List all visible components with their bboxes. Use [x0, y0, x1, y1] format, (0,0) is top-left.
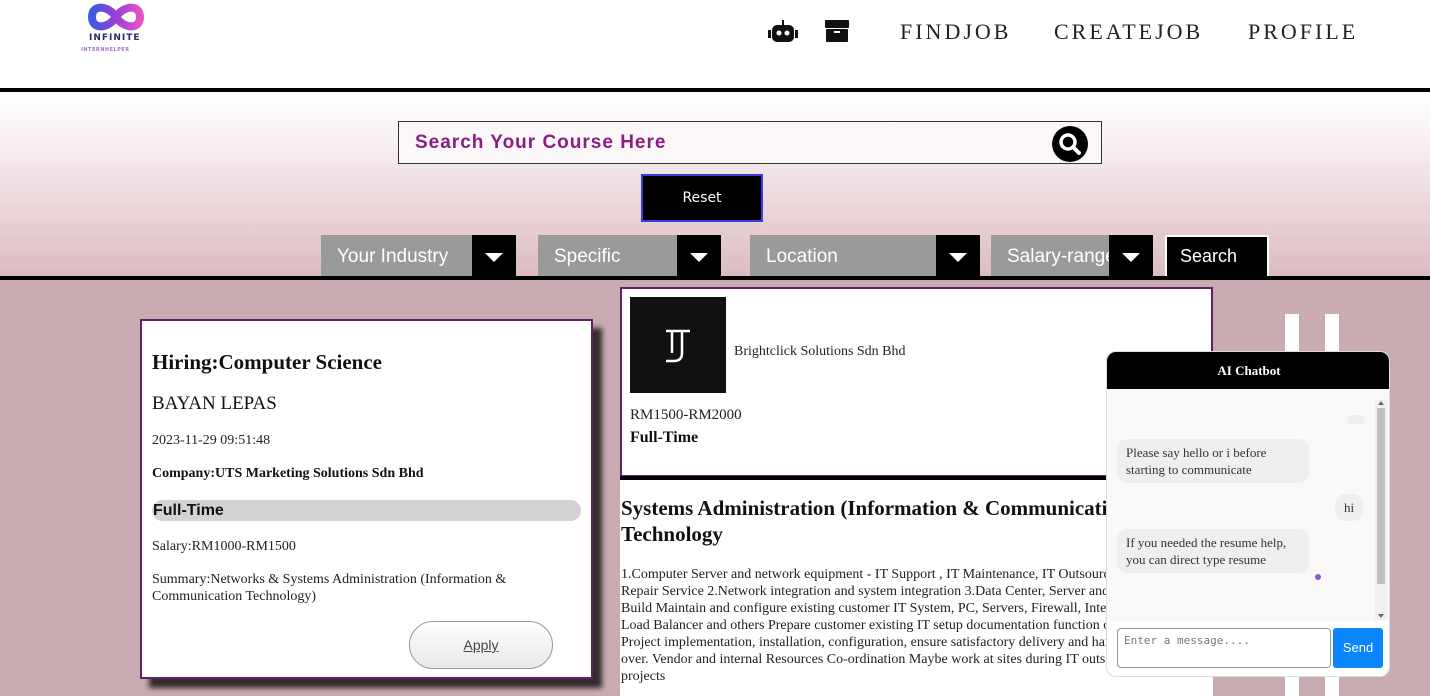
- empty-message-bubble: [1347, 415, 1365, 424]
- company-logo: [630, 297, 726, 393]
- top-header: INFINITE INTERNHELPER FINDJOB CREATEJOB …: [0, 0, 1430, 88]
- chatbot-panel: AI Chatbot Please say hello or i before …: [1106, 351, 1390, 677]
- job-posted-date: 2023-11-29 09:51:48: [152, 433, 271, 448]
- chevron-down-icon: [472, 235, 516, 278]
- infinity-logo-icon: [87, 3, 145, 31]
- job-summary: Summary:Networks & Systems Administratio…: [152, 572, 507, 604]
- specific-select-label: Specific: [554, 246, 621, 267]
- job-title: Hiring:Computer Science: [152, 350, 382, 374]
- industry-select[interactable]: Your Industry: [321, 235, 516, 278]
- job-location: BAYAN LEPAS: [152, 393, 277, 414]
- nav-profile[interactable]: PROFILE: [1248, 19, 1358, 45]
- detail-title: Systems Administration (Information & Co…: [621, 496, 1130, 546]
- nav-createjob[interactable]: CREATEJOB: [1054, 19, 1203, 45]
- chat-messages[interactable]: Please say hello or i before starting to…: [1107, 389, 1389, 621]
- search-button[interactable]: Search: [1165, 235, 1269, 278]
- reset-button[interactable]: Reset: [641, 174, 763, 222]
- location-select[interactable]: Location: [750, 235, 980, 278]
- chevron-down-icon: [936, 235, 980, 278]
- detail-salary: RM1500-RM2000: [630, 407, 742, 423]
- job-salary: Salary:RM1000-RM1500: [152, 539, 296, 554]
- scroll-down-icon[interactable]: [1378, 614, 1384, 618]
- location-select-label: Location: [766, 246, 838, 267]
- salary-range-select[interactable]: Salary-range: [991, 235, 1153, 278]
- chevron-down-icon: [1109, 235, 1153, 278]
- chevron-down-icon: [677, 235, 721, 278]
- salary-range-select-label: Salary-range: [1007, 246, 1116, 267]
- typing-indicator-icon: [1315, 574, 1321, 580]
- bot-message: Please say hello or i before starting to…: [1117, 439, 1309, 483]
- job-company: Company:UTS Marketing Solutions Sdn Bhd: [152, 466, 424, 481]
- send-button[interactable]: Send: [1333, 628, 1383, 668]
- user-message: hi: [1335, 494, 1364, 521]
- search-input[interactable]: Search Your Course Here: [398, 121, 1102, 164]
- robot-icon[interactable]: [768, 20, 798, 44]
- bot-message: If you needed the resume help, you can d…: [1117, 529, 1309, 573]
- scroll-up-icon[interactable]: [1378, 401, 1384, 405]
- job-card[interactable]: Hiring:Computer Science BAYAN LEPAS 2023…: [140, 319, 593, 679]
- industry-select-label: Your Industry: [337, 246, 449, 267]
- chat-message-input[interactable]: Enter a message....: [1117, 628, 1331, 668]
- logo[interactable]: INFINITE INTERNHELPER: [80, 0, 154, 58]
- chatbot-title: AI Chatbot: [1107, 352, 1389, 389]
- logo-word: INFINITE: [89, 33, 141, 43]
- company-logo-icon: [666, 329, 690, 363]
- job-type-badge: Full-Time: [152, 500, 581, 521]
- chat-scrollbar[interactable]: [1375, 400, 1387, 620]
- box-icon[interactable]: [825, 20, 849, 42]
- search-placeholder: Search Your Course Here: [415, 132, 667, 153]
- scroll-thumb[interactable]: [1377, 408, 1385, 584]
- detail-company-name: Brightclick Solutions Sdn Bhd: [734, 344, 906, 359]
- detail-description: 1.Computer Server and network equipment …: [621, 567, 1137, 684]
- detail-job-type: Full-Time: [630, 429, 699, 446]
- specific-select[interactable]: Specific: [538, 235, 721, 278]
- nav-findjob[interactable]: FINDJOB: [900, 19, 1011, 45]
- logo-tagline: INTERNHELPER: [81, 47, 130, 53]
- apply-button[interactable]: Apply: [409, 621, 553, 669]
- search-icon[interactable]: [1052, 126, 1088, 162]
